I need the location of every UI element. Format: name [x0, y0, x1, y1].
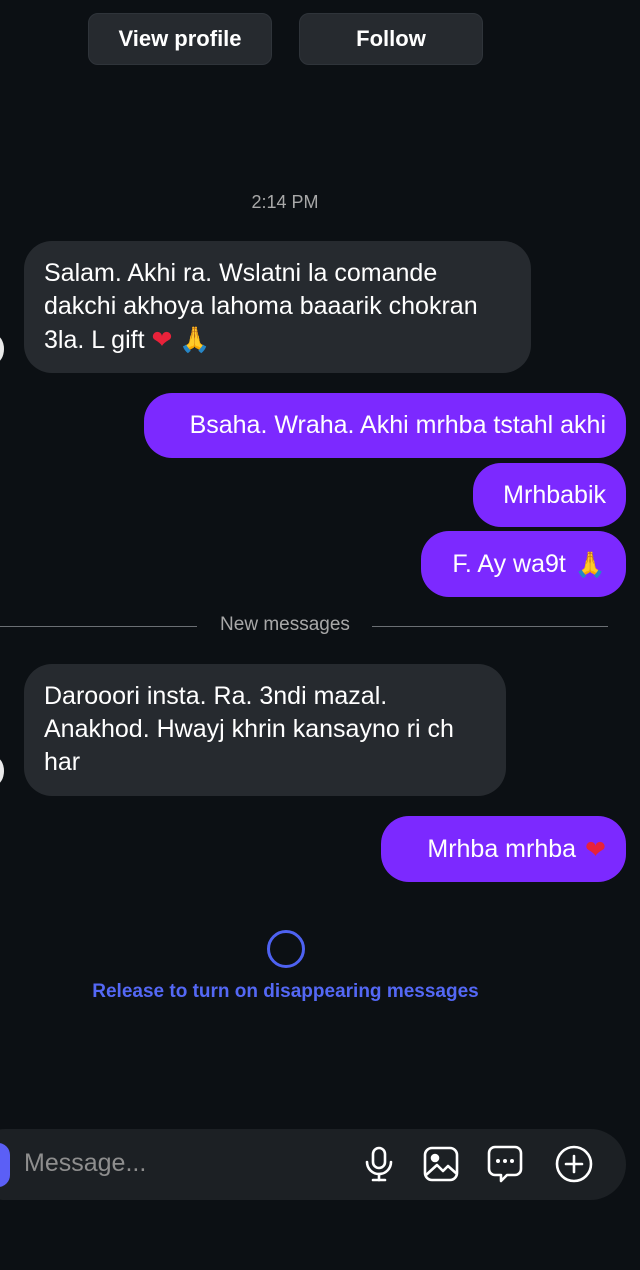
view-profile-label: View profile: [118, 26, 242, 51]
message-text: Mrhba mrhba: [427, 834, 577, 863]
new-messages-divider: New messages: [0, 614, 610, 640]
message-input[interactable]: Message...: [24, 1149, 146, 1178]
message-text: Salam. Akhi ra. Wslatni la comande dakch…: [44, 259, 478, 354]
sticker-icon[interactable]: [485, 1144, 525, 1184]
disappearing-messages-hint: Release to turn on disappearing messages: [92, 981, 479, 1002]
divider-line-left: [0, 626, 197, 627]
view-profile-button[interactable]: View profile: [88, 13, 272, 65]
message-timestamp: 2:14 PM: [251, 192, 319, 212]
message-text: Bsaha. Wraha. Akhi mrhba tstahl akhi: [189, 411, 606, 439]
sender-avatar[interactable]: [0, 757, 4, 785]
outgoing-message-bubble[interactable]: Mrhbabik: [473, 463, 626, 527]
folded-hands-emoji-icon: 🙏: [574, 549, 606, 579]
heart-emoji-icon: ❤: [151, 325, 173, 354]
message-text: Darooori insta. Ra. 3ndi mazal. Anakhod.…: [44, 682, 454, 776]
new-messages-label: New messages: [220, 614, 350, 635]
heart-emoji-icon: ❤: [585, 834, 606, 864]
outgoing-message-bubble[interactable]: F. Ay wa9t 🙏: [421, 531, 626, 597]
outgoing-message-bubble[interactable]: Bsaha. Wraha. Akhi mrhba tstahl akhi: [144, 393, 626, 458]
sender-avatar[interactable]: [0, 335, 4, 363]
image-icon[interactable]: [421, 1144, 461, 1184]
outgoing-message-bubble[interactable]: Mrhba mrhba ❤: [381, 816, 626, 882]
camera-button[interactable]: [0, 1143, 10, 1187]
follow-button[interactable]: Follow: [299, 13, 483, 65]
follow-label: Follow: [356, 26, 426, 51]
incoming-message-bubble[interactable]: Darooori insta. Ra. 3ndi mazal. Anakhod.…: [24, 664, 506, 796]
divider-line-right: [372, 626, 608, 627]
microphone-icon[interactable]: [359, 1144, 399, 1184]
message-composer: Message...: [0, 1129, 626, 1200]
message-text: Mrhbabik: [503, 480, 606, 509]
folded-hands-emoji-icon: 🙏: [179, 325, 211, 354]
add-icon[interactable]: [554, 1144, 594, 1184]
message-text: F. Ay wa9t: [452, 549, 566, 578]
incoming-message-bubble[interactable]: Salam. Akhi ra. Wslatni la comande dakch…: [24, 241, 531, 373]
loading-ring-icon: [267, 930, 305, 968]
